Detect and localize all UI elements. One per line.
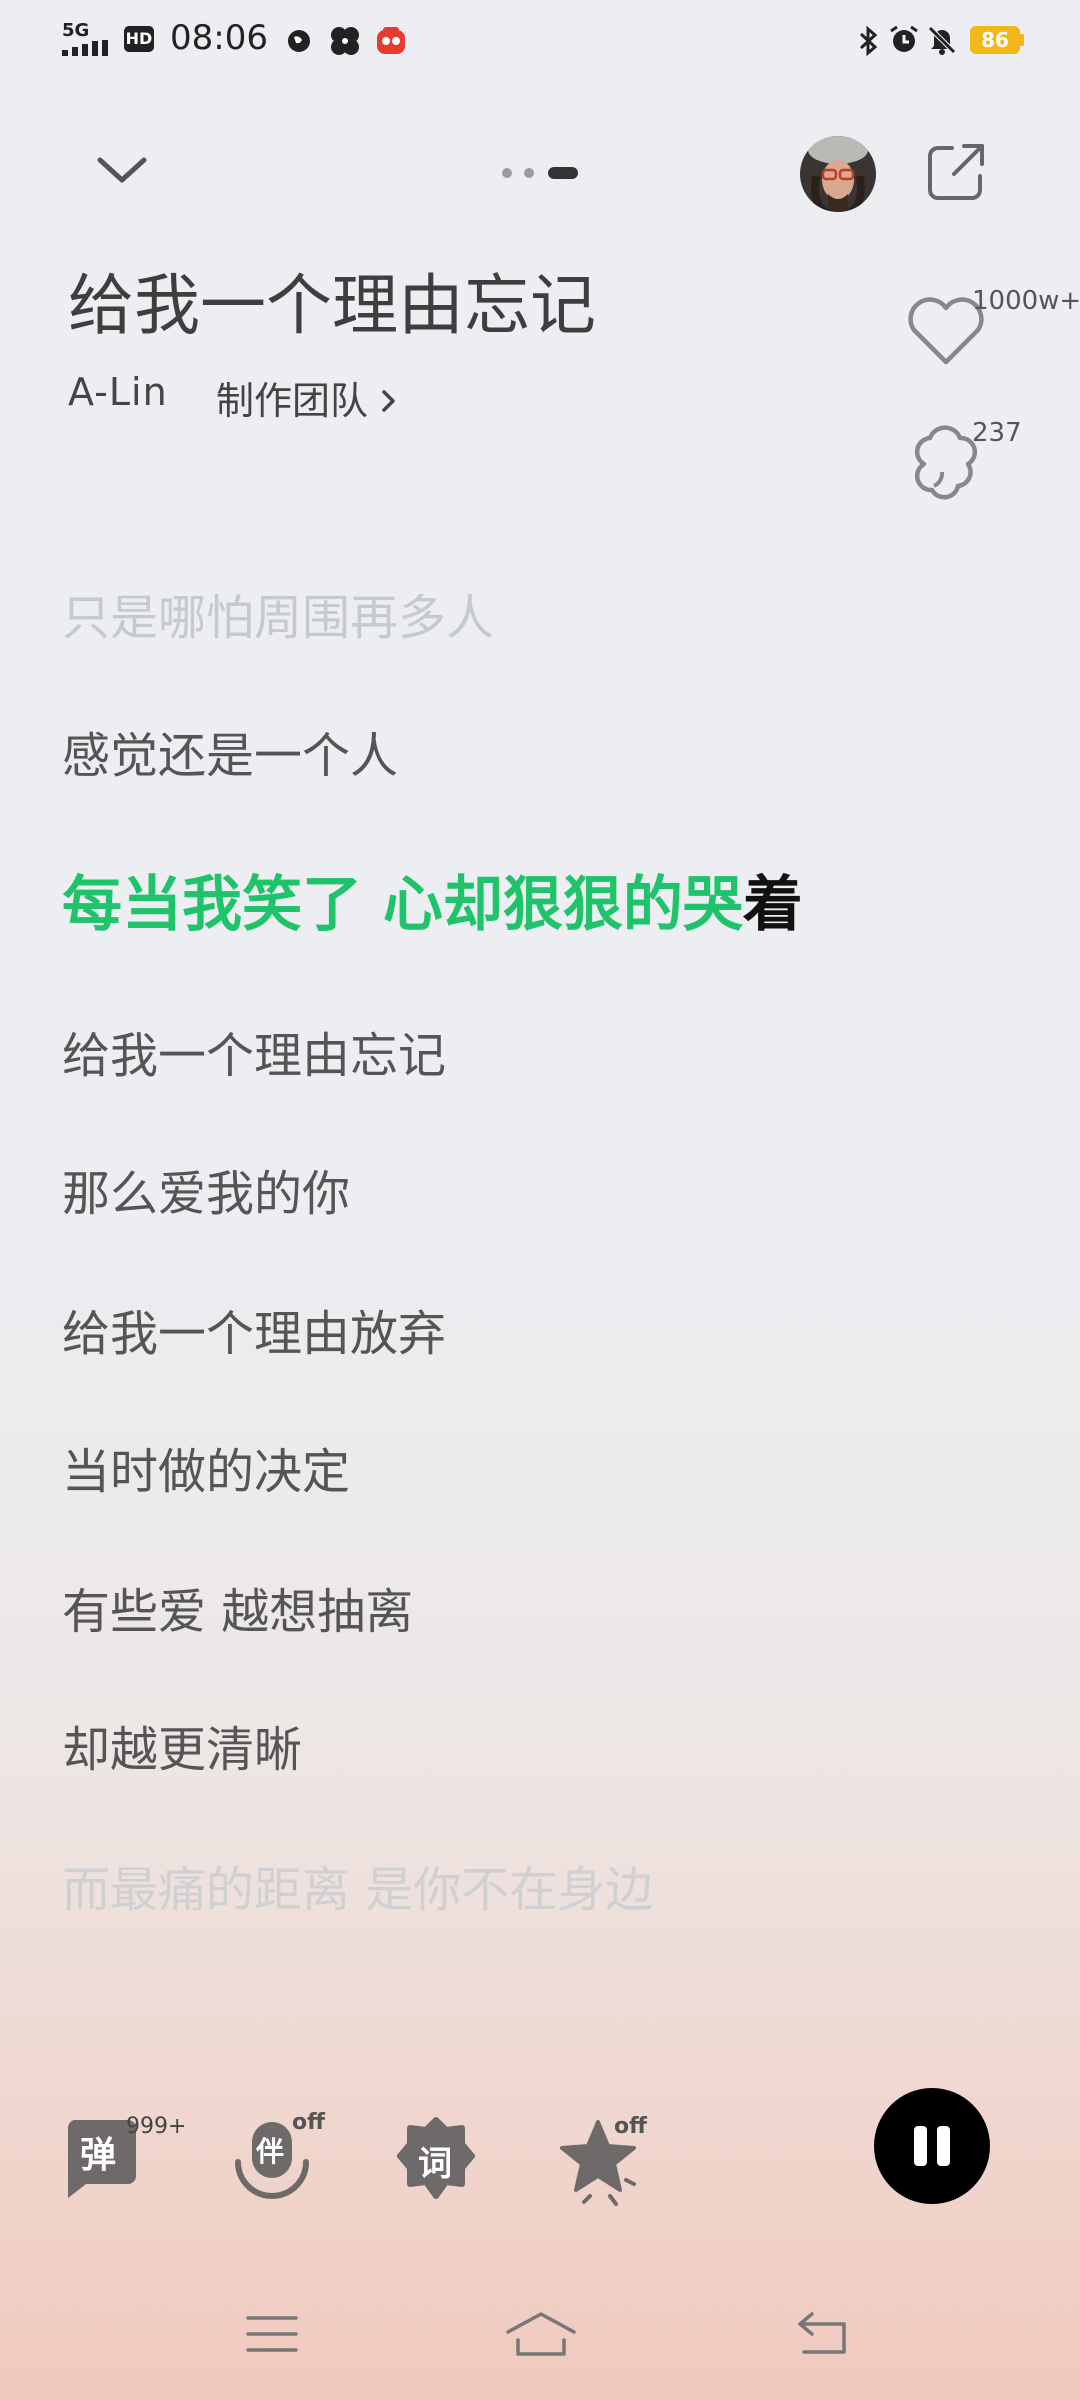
effect-state: off: [614, 2114, 647, 2139]
lyric-line[interactable]: 感觉还是一个人: [62, 716, 398, 786]
battery-indicator: 86: [970, 26, 1020, 54]
accompany-state: off: [292, 2110, 325, 2135]
fan-icon: [331, 27, 359, 55]
hd-badge: HD: [124, 26, 154, 52]
clock: 08:06: [170, 18, 268, 58]
lyric-line-current[interactable]: 每当我笑了 心却狠狠的哭着: [62, 856, 803, 943]
lyrics-poster-button[interactable]: 词: [396, 2116, 476, 2200]
danmaku-label: 弹: [80, 2135, 117, 2176]
pause-icon-bar-right: [937, 2126, 950, 2166]
bluetooth-icon: [859, 26, 878, 56]
mute-icon: [928, 26, 956, 55]
production-team-link[interactable]: 制作团队: [216, 370, 399, 425]
lyric-line[interactable]: 却越更清晰: [62, 1710, 302, 1780]
signal-icon: [62, 40, 108, 56]
lyric-line[interactable]: 而最痛的距离 是你不在身边: [62, 1850, 653, 1920]
share-icon[interactable]: [924, 140, 988, 204]
menu-icon[interactable]: [244, 2312, 300, 2356]
lyrics-label: 词: [418, 2144, 452, 2184]
page-dot-active: [548, 167, 578, 179]
home-icon[interactable]: [504, 2310, 578, 2358]
page-indicator[interactable]: [500, 166, 580, 180]
lyric-line[interactable]: 只是哪怕周围再多人: [62, 578, 494, 648]
lyric-line[interactable]: 当时做的决定: [62, 1432, 350, 1502]
battery-tip: [1020, 34, 1024, 46]
danmaku-count: 999+: [126, 2114, 187, 2139]
status-bar: 5G HD 08:06 86: [0, 0, 1080, 80]
network-type: 5G: [62, 20, 90, 41]
app-notification-icon: [377, 27, 405, 54]
lyric-line[interactable]: 给我一个理由忘记: [62, 1016, 446, 1086]
pause-button[interactable]: [874, 2088, 990, 2204]
accompany-label: 伴: [256, 2135, 285, 2168]
user-avatar[interactable]: [800, 136, 876, 212]
like-count: 1000w+: [972, 286, 1080, 316]
lyric-sung-part: 每当我笑了 心却狠狠的哭: [62, 870, 743, 940]
page-dot-1: [502, 168, 512, 178]
globe-icon: [288, 30, 310, 52]
comment-count: 237: [972, 418, 1022, 448]
back-icon[interactable]: [794, 2310, 852, 2358]
page-dot-2: [524, 168, 534, 178]
lyric-line[interactable]: 有些爱 越想抽离: [62, 1572, 413, 1642]
alarm-icon: [890, 25, 918, 52]
chevron-right-icon: [382, 390, 395, 412]
song-title: 给我一个理由忘记: [68, 267, 596, 344]
artist-name[interactable]: A-Lin: [68, 370, 168, 414]
collapse-chevron-down-icon[interactable]: [92, 150, 152, 190]
pause-icon-bar-left: [914, 2126, 927, 2166]
lyric-unsung-part: 着: [742, 870, 803, 940]
lyric-line[interactable]: 给我一个理由放弃: [62, 1294, 446, 1364]
production-team-label: 制作团队: [216, 379, 369, 423]
lyric-line[interactable]: 那么爱我的你: [62, 1154, 350, 1224]
